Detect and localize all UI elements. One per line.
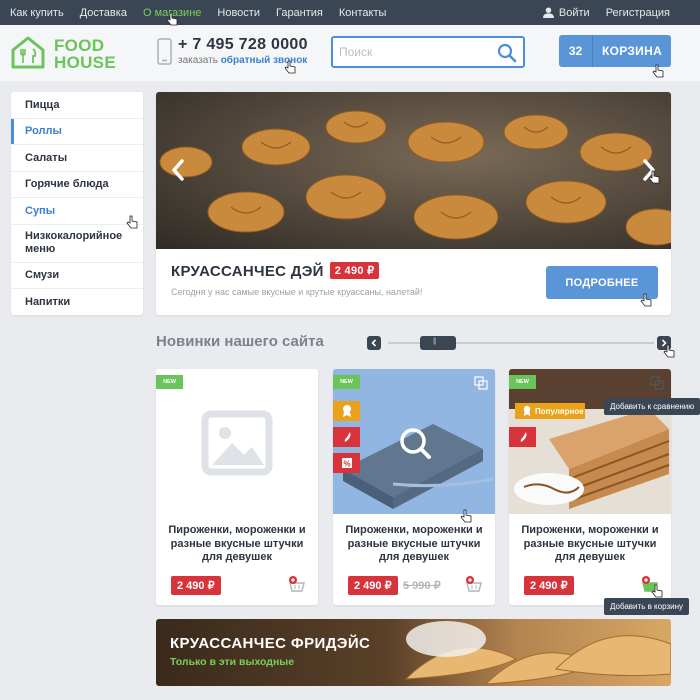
new-badge: NEW [156, 375, 183, 389]
product-price: 2 490 ₽ [348, 576, 398, 595]
bottom-banner-title: КРУАССАНЧЕС ФРИДЭЙС [170, 635, 371, 652]
callback-prefix: заказать [178, 55, 218, 66]
banner-image [156, 92, 671, 249]
nav-news[interactable]: Новости [217, 7, 260, 19]
carousel-scroll-handle[interactable] [420, 336, 456, 350]
header: FOOD HOUSE + 7 495 728 0000 заказать обр… [0, 25, 700, 81]
popular-label: Популярное [535, 406, 584, 416]
product-name[interactable]: Пироженки, мороженки и разные вкусные шт… [164, 524, 310, 565]
award-icon [523, 406, 531, 416]
compare-icon[interactable] [474, 376, 488, 390]
logo-text: FOOD HOUSE [54, 37, 116, 71]
chili-icon [520, 432, 526, 442]
hand-cursor-icon [663, 344, 675, 358]
popular-badge: Популярное [515, 403, 585, 419]
sidebar-item-soups[interactable]: Супы [11, 198, 143, 225]
sidebar-item-pizza[interactable]: Пицца [11, 92, 143, 119]
hand-cursor-icon [284, 60, 296, 74]
sidebar-item-hot-dishes[interactable]: Горячие блюда [11, 172, 143, 198]
banner-title: КРУАССАНЧЕС ДЭЙ 2 490 ₽ [171, 261, 380, 281]
product-old-price: 5 990 ₽ [403, 580, 441, 592]
product-price: 2 490 ₽ [524, 576, 574, 595]
carousel-prev-button[interactable] [367, 336, 381, 350]
croissants-illustration [159, 110, 671, 246]
nav-contacts[interactable]: Контакты [339, 7, 387, 19]
bottom-promo-banner[interactable]: КРУАССАНЧЕС ФРИДЭЙС Только в эти выходны… [156, 619, 671, 686]
hand-cursor-icon [652, 64, 664, 78]
pastry-illustration [404, 621, 671, 685]
add-to-cart-tooltip: Добавить в корзину [604, 598, 690, 615]
svg-text:%: % [343, 460, 350, 469]
product-image-placeholder [156, 369, 318, 514]
hand-cursor-icon [126, 215, 138, 229]
hand-cursor-icon [460, 509, 472, 523]
chevron-left-icon [371, 339, 377, 347]
banner-description: Сегодня у нас самые вкусные и крутые кру… [171, 287, 423, 297]
sidebar-item-smoothies[interactable]: Смузи [11, 263, 143, 289]
product-name[interactable]: Пироженки, мороженки и разные вкусные шт… [341, 524, 487, 565]
spicy-ribbon [509, 427, 536, 447]
cart-button[interactable]: 32 КОРЗИНА [559, 35, 671, 67]
search-icon[interactable] [497, 43, 517, 63]
nav-how-to-buy[interactable]: Как купить [10, 7, 64, 19]
image-placeholder-icon [201, 410, 273, 476]
search-input[interactable] [339, 43, 489, 61]
section-title: Новинки нашего сайта [156, 333, 324, 350]
discount-ribbon: % [333, 453, 360, 473]
login-link[interactable]: Войти [542, 6, 590, 19]
compare-icon[interactable] [650, 376, 664, 390]
new-badge: NEW [509, 375, 536, 389]
percent-icon: % [341, 458, 352, 469]
account-links: Войти Регистрация [542, 0, 670, 25]
hand-cursor-icon [651, 584, 663, 598]
banner-prev-arrow[interactable] [169, 158, 187, 182]
hand-cursor-icon [166, 12, 178, 26]
promo-banner: КРУАССАНЧЕС ДЭЙ 2 490 ₽ Сегодня у нас сам… [156, 92, 671, 315]
phone-icon [157, 38, 172, 65]
chili-icon [344, 432, 350, 442]
award-icon [342, 405, 351, 417]
product-card[interactable]: NEW % Пироженки, мороженки и разные вкус… [333, 369, 495, 605]
logo-line-1: FOOD [54, 36, 105, 55]
top-nav: Как купить Доставка О магазине Новости Г… [10, 0, 402, 25]
register-link[interactable]: Регистрация [606, 7, 670, 19]
add-to-cart-icon[interactable] [464, 575, 484, 593]
nav-delivery[interactable]: Доставка [80, 7, 127, 19]
cart-count: 32 [559, 35, 593, 67]
product-price: 2 490 ₽ [171, 576, 221, 595]
category-menu: Пицца Роллы Салаты Горячие блюда Супы Ни… [11, 92, 143, 315]
banner-price: 2 490 ₽ [329, 261, 380, 279]
logo[interactable]: FOOD HOUSE [10, 35, 120, 71]
product-name[interactable]: Пироженки, мороженки и разные вкусные шт… [517, 524, 663, 565]
hand-cursor-icon [648, 170, 660, 184]
new-badge: NEW [333, 375, 360, 389]
house-logo-icon [11, 36, 45, 69]
cart-label: КОРЗИНА [601, 44, 663, 58]
user-icon [542, 7, 554, 18]
sidebar-item-rolls[interactable]: Роллы [11, 118, 143, 145]
login-label: Войти [558, 6, 590, 19]
product-card[interactable]: NEW Пироженки, мороженки и разные вкусны… [156, 369, 318, 605]
spicy-ribbon [333, 427, 360, 447]
search-box [331, 36, 525, 68]
nav-warranty[interactable]: Гарантия [276, 7, 323, 19]
logo-line-2: HOUSE [54, 53, 116, 72]
sidebar-item-salads[interactable]: Салаты [11, 145, 143, 172]
hand-cursor-icon [640, 293, 652, 307]
add-to-cart-icon[interactable] [287, 575, 307, 593]
sidebar-item-low-calorie[interactable]: Низкокалорийное меню [11, 225, 143, 263]
compare-tooltip: Добавить к сравнению [604, 398, 700, 415]
banner-title-text: КРУАССАНЧЕС ДЭЙ [171, 263, 324, 280]
sidebar-item-drinks[interactable]: Напитки [11, 289, 143, 316]
award-ribbon [333, 401, 360, 421]
top-bar: Как купить Доставка О магазине Новости Г… [0, 0, 700, 25]
bottom-banner-subtitle: Только в эти выходные [170, 656, 295, 668]
phone-number: + 7 495 728 0000 [178, 36, 308, 53]
